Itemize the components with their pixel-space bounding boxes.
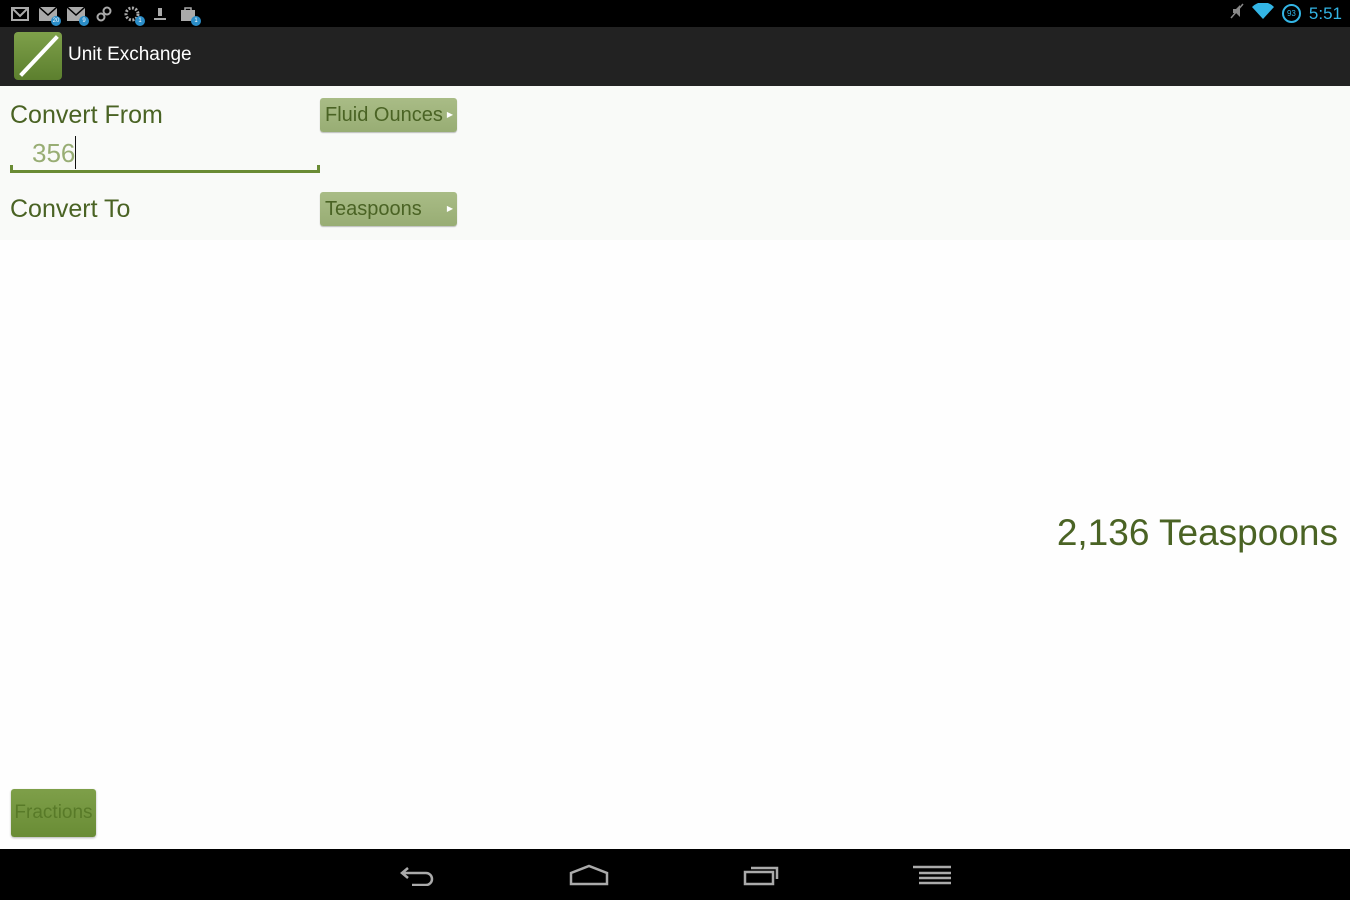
home-icon [569, 864, 609, 886]
notification-badge: 20 [51, 15, 61, 26]
from-unit-value: Fluid Ounces [325, 104, 443, 126]
menu-icon [913, 865, 951, 885]
email-icon: 9 [66, 4, 89, 26]
wifi-icon [1251, 2, 1274, 24]
input-underline-tick [317, 165, 320, 173]
notification-badge: 1 [135, 15, 145, 26]
convert-to-label: Convert To [10, 195, 131, 223]
system-indicators: 93 5:51 [1230, 2, 1342, 25]
back-icon [400, 867, 434, 886]
from-unit-spinner[interactable]: Fluid Ounces ▶ [320, 98, 457, 132]
menu-button[interactable] [912, 861, 952, 889]
email-icon: 20 [38, 4, 61, 26]
action-bar: Unit Exchange [0, 27, 1350, 86]
app-icon[interactable] [14, 32, 62, 80]
notification-badge: 1 [191, 15, 201, 26]
download-icon [150, 4, 170, 24]
input-underline-tick [10, 165, 13, 173]
text-cursor [75, 136, 76, 169]
mute-icon [1230, 3, 1244, 24]
conversion-result: 2,136 Teaspoons [1056, 512, 1338, 553]
convert-from-label: Convert From [10, 101, 163, 129]
status-bar: 20 9 1 1 93 5:51 [0, 0, 1350, 27]
battery-icon: 93 [1281, 4, 1301, 23]
home-button[interactable] [569, 861, 609, 889]
navigation-bar [0, 849, 1350, 900]
dropdown-arrow-icon: ▶ [446, 110, 453, 119]
to-unit-value: Teaspoons [325, 198, 422, 220]
settings-update-icon: 1 [122, 4, 145, 26]
app-title: Unit Exchange [68, 44, 192, 65]
clock: 5:51 [1308, 3, 1342, 23]
value-input[interactable]: 356 [10, 134, 320, 174]
gmail-icon [10, 4, 30, 24]
link-icon [94, 4, 114, 24]
back-button[interactable] [398, 861, 438, 889]
notification-badge: 9 [79, 15, 89, 26]
input-underline [10, 170, 320, 173]
recent-apps-icon [743, 866, 779, 886]
notification-icons: 20 9 1 1 [10, 3, 201, 26]
input-value: 356 [32, 138, 76, 168]
dropdown-arrow-icon: ▶ [446, 204, 453, 213]
fractions-button[interactable]: Fractions [11, 789, 96, 837]
store-update-icon: 1 [178, 4, 201, 26]
to-unit-spinner[interactable]: Teaspoons ▶ [320, 192, 457, 226]
recent-apps-button[interactable] [741, 861, 781, 889]
